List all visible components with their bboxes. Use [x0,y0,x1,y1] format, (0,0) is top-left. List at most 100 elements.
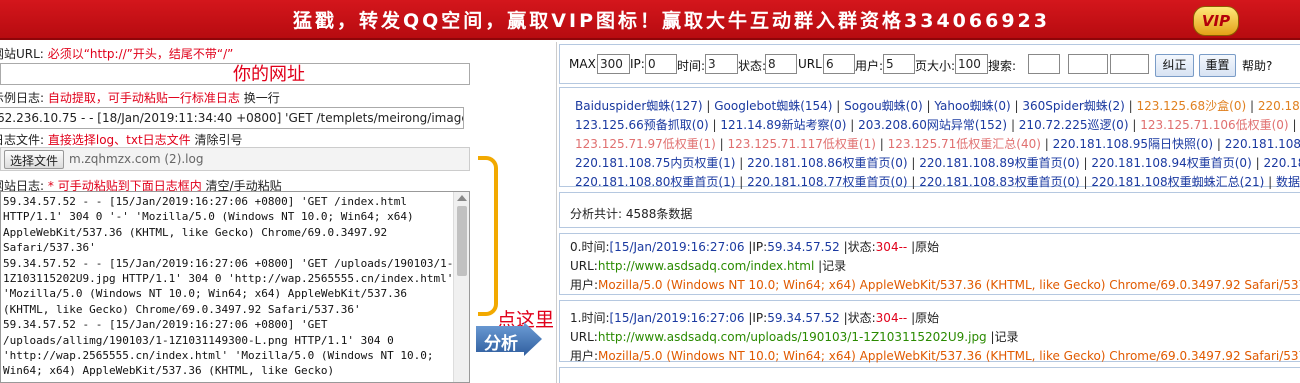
log-record: 0.时间:[15/Jan/2019:16:27:06 |IP:59.34.57.… [559,233,1300,295]
log-textarea[interactable]: 59.34.57.52 - - [15/Jan/2019:16:27:06 +0… [0,191,470,383]
record-url-link[interactable]: http://www.asdsadq.com/uploads/190103/1-… [598,330,987,344]
file-picker[interactable]: 选择文件 m.zqhmzx.com (2).log [0,147,470,171]
record-meta-line: 0.时间:[15/Jan/2019:16:27:06 |IP:59.34.57.… [570,238,939,255]
separator: | [832,99,845,113]
spider-stat-link[interactable]: 220.181.108.77权重首页(0) [747,175,907,189]
analyze-button-label: 分析 [484,334,518,354]
log-file-hint: 直接选择log、txt日志文件 [47,133,191,147]
spider-stat-link[interactable]: 220.181.108.97权重首页(0) [1263,156,1300,170]
log-file-row: 日志文件: 直接选择log、txt日志文件 清除引号 [0,131,243,148]
record-url-link[interactable]: http://www.asdsadq.com/index.html [598,259,814,273]
log-record: 1.时间:[15/Jan/2019:16:27:06 |IP:59.34.57.… [559,300,1300,363]
record-status: 304-- [875,240,908,254]
example-log-wrap-link[interactable]: 换一行 [244,91,280,105]
log-input-panel: 网站URL: 必须以“http://”开头，结尾不带“/” 你的网址 示例日志:… [0,42,475,383]
spider-stats: Baiduspider蜘蛛(127) | Googlebot蜘蛛(154) | … [559,87,1300,189]
record-index: 1.时间: [570,311,610,325]
spider-stat-link[interactable]: 220.181.108.95隔日快照(0) [1053,137,1213,151]
ip-input[interactable]: 0 [645,54,677,74]
separator: | [708,118,721,132]
separator: | [1251,156,1264,170]
user-input[interactable]: 5 [883,54,915,74]
record-url-line: URL:http://www.asdsadq.com/uploads/19010… [570,328,1019,345]
spider-stat-link[interactable]: 203.208.60网站异常(152) [858,118,1007,132]
record-url-line: URL:http://www.asdsadq.com/index.html |记… [570,257,846,274]
log-record [559,367,1300,383]
status-input[interactable]: 8 [765,54,797,74]
separator: | [1124,99,1137,113]
separator: | [1040,137,1053,151]
spider-stat-link[interactable]: 123.125.68沙盒(0) [1136,99,1246,113]
spider-stat-link[interactable]: Googlebot蜘蛛(154) [714,99,832,113]
scroll-thumb[interactable] [457,206,467,276]
site-url-row: 网站URL: 必须以“http://”开头，结尾不带“/” [0,45,233,62]
banner-text: 猛戳，转发QQ空间，赢取VIP图标！赢取大牛互动群入群资格334066923 [293,10,1050,32]
record-origin-link[interactable]: |原始 [911,240,939,254]
spider-stat-link[interactable]: 220.181.108.92权重首页(0) [1225,137,1300,151]
reset-button[interactable]: 重置 [1199,54,1236,77]
search-input-2[interactable] [1068,54,1108,74]
separator: | [735,175,748,189]
spider-stat-link[interactable]: 220.181.108权重蜘蛛汇总(21) [1091,175,1264,189]
spider-stat-link[interactable]: 123.125.71低权重汇总(40) [888,137,1041,151]
spider-stat-link[interactable]: Sogou蜘蛛(0) [844,99,923,113]
spider-stat-link[interactable]: 220.181.108.86权重首页(0) [747,156,907,170]
page-size-input[interactable]: 100 [955,54,988,74]
separator: | [1288,118,1300,132]
example-log-row: 示例日志: 自动提取，可手动粘贴一行标准日志 换一行 [0,89,280,106]
chosen-file-name: m.zqhmzx.com (2).log [69,152,204,166]
promo-banner[interactable]: 猛戳，转发QQ空间，赢取VIP图标！赢取大牛互动群入群资格334066923 V… [0,0,1300,40]
record-time: [15/Jan/2019:16:27:06 [609,311,745,325]
max-input[interactable]: 300 [597,54,630,74]
separator: | [846,118,859,132]
help-link[interactable]: 帮助? [1242,57,1272,74]
separator: | [1010,99,1023,113]
separator: | [715,137,728,151]
record-status-label: |状态: [843,311,876,325]
correct-button[interactable]: 纠正 [1155,54,1194,77]
spider-stat-link[interactable]: 220.181.108.83权重首页(0) [919,175,1079,189]
time-input[interactable]: 3 [705,54,738,74]
spider-stat-link[interactable]: 220.181.108.94权重首页(0) [1091,156,1251,170]
scroll-up-arrow-icon[interactable] [457,195,467,201]
spider-stat-link[interactable]: 220.181.108.89权重首页(0) [919,156,1079,170]
page-size-label: 页大小: [915,59,956,73]
user-label: 用户: [855,59,884,73]
search-input-1[interactable] [1028,54,1060,74]
spider-stat-link[interactable]: 210.72.225巡逻(0) [1019,118,1129,132]
site-url-hint: 必须以“http://”开头，结尾不带“/” [47,47,234,61]
log-scrollbar[interactable] [453,192,469,382]
spider-stat-link[interactable]: 220.181.68沙盒(0) [1258,99,1300,113]
spider-stats-line: 123.125.66预备抓取(0) | 121.14.89新站考察(0) | 2… [575,116,1300,133]
results-panel: MAX: 300 IP: 0 时间: 3 状态: 8 URL: 6 用户: 5 … [556,42,1300,383]
clear-quotes-link[interactable]: 清除引号 [195,133,243,147]
separator: | [1213,137,1225,151]
spider-stat-link[interactable]: 360Spider蜘蛛(2) [1022,99,1124,113]
spider-stat-link[interactable]: 220.181.108.80权重首页(1) [575,175,735,189]
record-url-label: URL: [570,259,598,273]
record-record-link[interactable]: |记录 [991,330,1019,344]
spider-stat-link[interactable]: 121.14.89新站考察(0) [720,118,846,132]
analyze-button[interactable]: 分析 [476,322,542,356]
record-ip: 59.34.57.52 [767,311,840,325]
spider-stat-link[interactable]: 数据存档 [1276,175,1300,189]
spider-stat-link[interactable]: 123.125.71.97低权重(1) [575,137,716,151]
record-time: [15/Jan/2019:16:27:06 [609,240,745,254]
search-input-3[interactable] [1110,54,1149,74]
log-file-label: 日志文件: [0,133,45,147]
spider-stat-link[interactable]: 220.181.108.75内页权重(1) [575,156,735,170]
record-status-label: |状态: [843,240,876,254]
spider-stat-link[interactable]: Baiduspider蜘蛛(127) [575,99,703,113]
spider-stat-link[interactable]: 123.125.66预备抓取(0) [575,118,709,132]
record-record-link[interactable]: |记录 [818,259,846,273]
choose-file-button[interactable]: 选择文件 [4,150,65,169]
separator: | [907,156,920,170]
record-ua-label: 用户: [570,349,599,363]
example-log-input[interactable]: 62.236.10.75 - - [18/Jan/2019:11:34:40 +… [0,107,464,129]
record-origin-link[interactable]: |原始 [911,311,939,325]
spider-stat-link[interactable]: 123.125.71.117低权重(1) [727,137,875,151]
spider-stat-link[interactable]: Yahoo蜘蛛(0) [934,99,1010,113]
spider-stat-link[interactable]: 123.125.71.106低权重(0) [1140,118,1288,132]
record-index: 0.时间: [570,240,610,254]
url-input[interactable]: 6 [823,54,855,74]
